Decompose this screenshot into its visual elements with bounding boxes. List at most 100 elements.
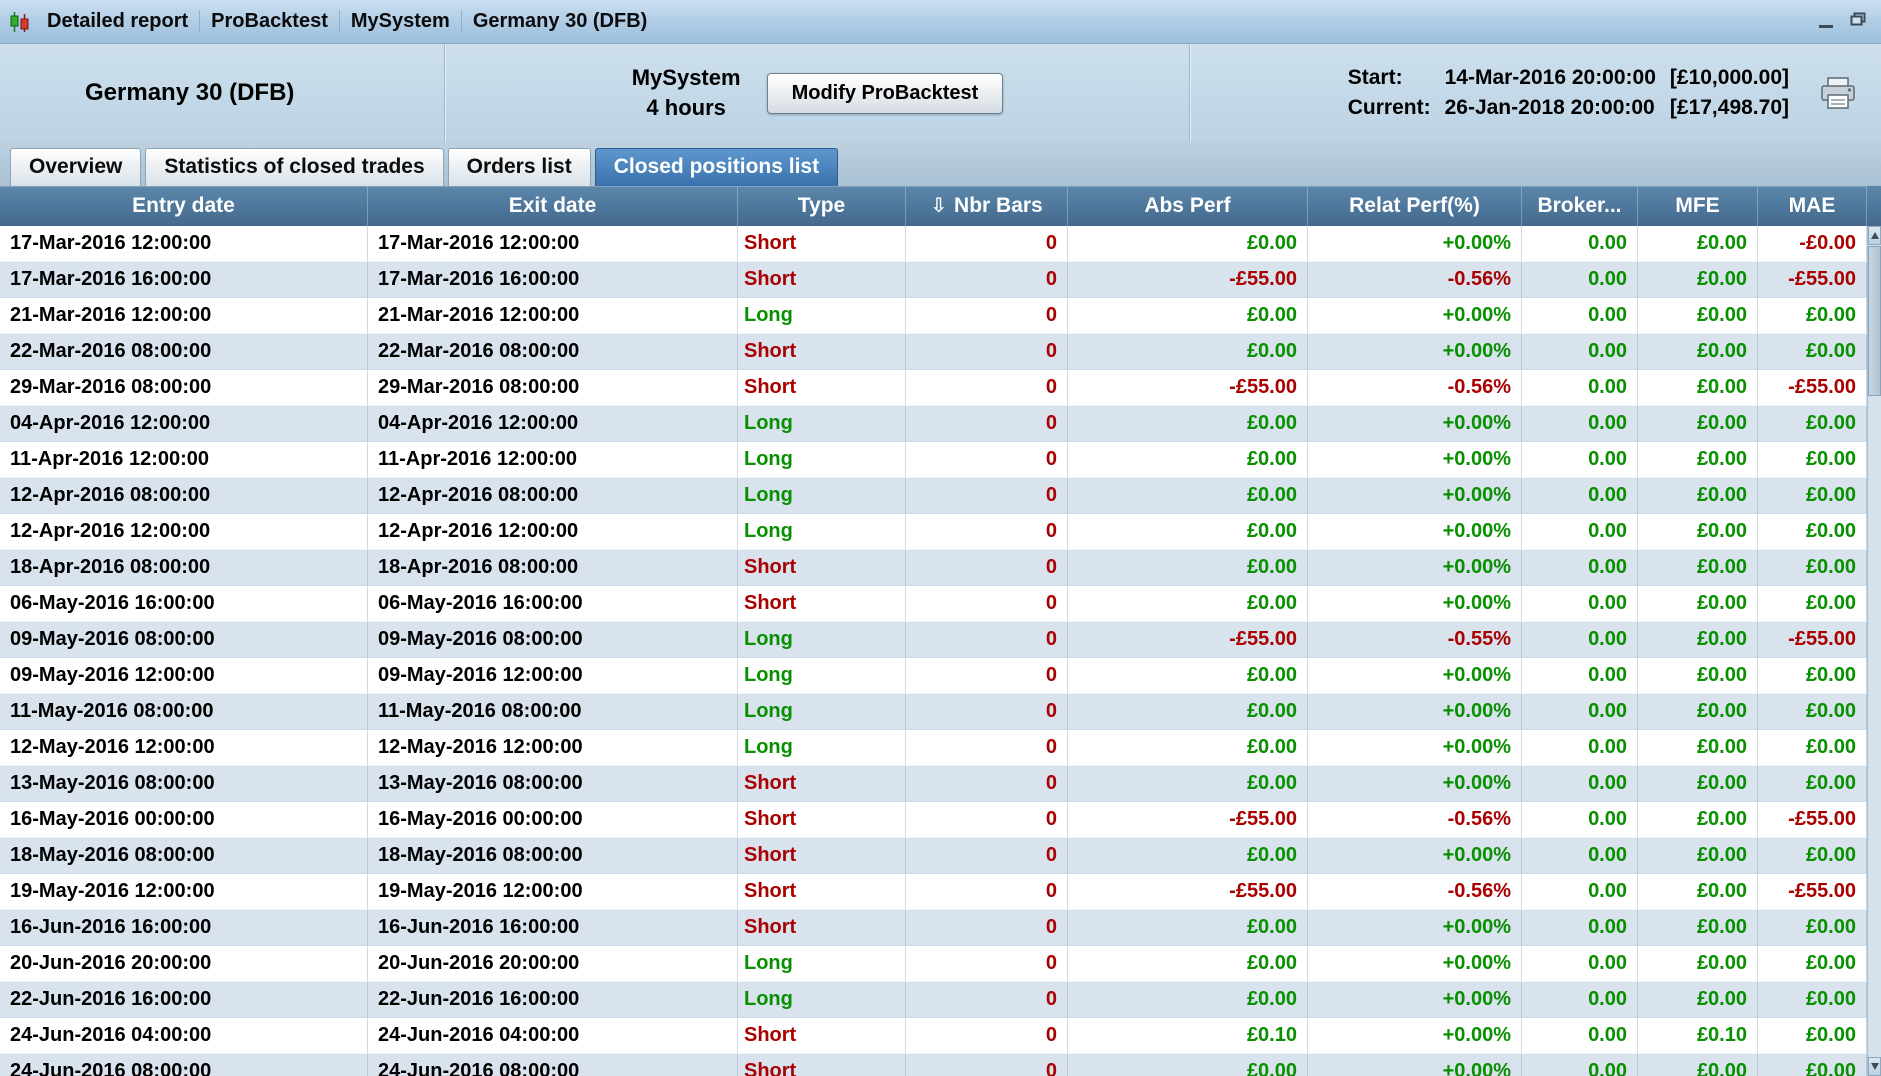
cell-abs-perf: £0.00 bbox=[1068, 478, 1308, 513]
table-row[interactable]: 18-Apr-2016 08:00:00 18-Apr-2016 08:00:00… bbox=[0, 550, 1881, 586]
title-segments: Detailed report ProBacktest MySystem German… bbox=[36, 10, 1813, 33]
table-row[interactable]: 24-Jun-2016 04:00:00 24-Jun-2016 04:00:00… bbox=[0, 1018, 1881, 1054]
cell-nbr-bars: 0 bbox=[906, 622, 1068, 657]
table-row[interactable]: 06-May-2016 16:00:00 06-May-2016 16:00:00… bbox=[0, 586, 1881, 622]
cell-type: Short bbox=[738, 874, 906, 909]
cell-type: Short bbox=[738, 802, 906, 837]
cell-abs-perf: £0.00 bbox=[1068, 226, 1308, 261]
tab-statistics-of-closed-trades[interactable]: Statistics of closed trades bbox=[145, 148, 444, 186]
cell-entry-date: 11-Apr-2016 12:00:00 bbox=[0, 442, 368, 477]
cell-abs-perf: £0.00 bbox=[1068, 910, 1308, 945]
table-row[interactable]: 17-Mar-2016 12:00:00 17-Mar-2016 12:00:00… bbox=[0, 226, 1881, 262]
tab-orders-list[interactable]: Orders list bbox=[447, 148, 591, 186]
cell-mae: £0.00 bbox=[1758, 550, 1867, 585]
restore-button[interactable] bbox=[1845, 11, 1871, 33]
cell-abs-perf: -£55.00 bbox=[1068, 622, 1308, 657]
table-row[interactable]: 18-May-2016 08:00:00 18-May-2016 08:00:00… bbox=[0, 838, 1881, 874]
cell-type: Short bbox=[738, 1018, 906, 1053]
cell-type: Long bbox=[738, 946, 906, 981]
cell-exit-date: 22-Jun-2016 16:00:00 bbox=[368, 982, 738, 1017]
cell-entry-date: 17-Mar-2016 16:00:00 bbox=[0, 262, 368, 297]
cell-relat-perf: +0.00% bbox=[1308, 514, 1522, 549]
table-row[interactable]: 21-Mar-2016 12:00:00 21-Mar-2016 12:00:00… bbox=[0, 298, 1881, 334]
table-row[interactable]: 20-Jun-2016 20:00:00 20-Jun-2016 20:00:00… bbox=[0, 946, 1881, 982]
table-row[interactable]: 13-May-2016 08:00:00 13-May-2016 08:00:00… bbox=[0, 766, 1881, 802]
column-header-mae[interactable]: MAE bbox=[1758, 186, 1867, 226]
cell-broker: 0.00 bbox=[1522, 622, 1638, 657]
scroll-up-button[interactable] bbox=[1868, 226, 1881, 245]
cell-type: Short bbox=[738, 910, 906, 945]
cell-exit-date: 24-Jun-2016 04:00:00 bbox=[368, 1018, 738, 1053]
cell-abs-perf: £0.00 bbox=[1068, 406, 1308, 441]
table-row[interactable]: 09-May-2016 12:00:00 09-May-2016 12:00:00… bbox=[0, 658, 1881, 694]
cell-mfe: £0.00 bbox=[1638, 910, 1758, 945]
cell-abs-perf: £0.00 bbox=[1068, 658, 1308, 693]
table-row[interactable]: 29-Mar-2016 08:00:00 29-Mar-2016 08:00:00… bbox=[0, 370, 1881, 406]
table-row[interactable]: 24-Jun-2016 08:00:00 24-Jun-2016 08:00:00… bbox=[0, 1054, 1881, 1076]
cell-relat-perf: +0.00% bbox=[1308, 946, 1522, 981]
cell-mae: £0.00 bbox=[1758, 298, 1867, 333]
scrollbar-track[interactable] bbox=[1868, 397, 1881, 1057]
column-header-broker[interactable]: Broker... bbox=[1522, 186, 1638, 226]
vertical-scrollbar[interactable] bbox=[1867, 226, 1881, 1076]
cell-exit-date: 12-Apr-2016 12:00:00 bbox=[368, 514, 738, 549]
scroll-down-button[interactable] bbox=[1868, 1057, 1881, 1076]
cell-mfe: £0.00 bbox=[1638, 370, 1758, 405]
cell-entry-date: 22-Jun-2016 16:00:00 bbox=[0, 982, 368, 1017]
cell-mae: £0.00 bbox=[1758, 910, 1867, 945]
cell-abs-perf: £0.00 bbox=[1068, 694, 1308, 729]
column-header-entry-date[interactable]: Entry date bbox=[0, 186, 368, 226]
tab-overview[interactable]: Overview bbox=[10, 148, 142, 186]
minimize-button[interactable] bbox=[1813, 11, 1839, 33]
column-header-abs-perf[interactable]: Abs Perf bbox=[1068, 186, 1308, 226]
table-row[interactable]: 12-Apr-2016 12:00:00 12-Apr-2016 12:00:00… bbox=[0, 514, 1881, 550]
cell-entry-date: 04-Apr-2016 12:00:00 bbox=[0, 406, 368, 441]
printer-icon[interactable] bbox=[1819, 76, 1857, 110]
table-row[interactable]: 04-Apr-2016 12:00:00 04-Apr-2016 12:00:00… bbox=[0, 406, 1881, 442]
table-row[interactable]: 22-Mar-2016 08:00:00 22-Mar-2016 08:00:00… bbox=[0, 334, 1881, 370]
cell-nbr-bars: 0 bbox=[906, 298, 1068, 333]
table-row[interactable]: 22-Jun-2016 16:00:00 22-Jun-2016 16:00:00… bbox=[0, 982, 1881, 1018]
column-header-type[interactable]: Type bbox=[738, 186, 906, 226]
scrollbar-thumb[interactable] bbox=[1868, 246, 1881, 396]
cell-relat-perf: +0.00% bbox=[1308, 586, 1522, 621]
cell-relat-perf: +0.00% bbox=[1308, 730, 1522, 765]
table-row[interactable]: 16-Jun-2016 16:00:00 16-Jun-2016 16:00:00… bbox=[0, 910, 1881, 946]
cell-relat-perf: +0.00% bbox=[1308, 442, 1522, 477]
current-equity: [£17,498.70] bbox=[1669, 96, 1789, 119]
table-row[interactable]: 12-May-2016 12:00:00 12-May-2016 12:00:00… bbox=[0, 730, 1881, 766]
table-row[interactable]: 09-May-2016 08:00:00 09-May-2016 08:00:00… bbox=[0, 622, 1881, 658]
cell-abs-perf: -£55.00 bbox=[1068, 262, 1308, 297]
modify-probacktest-button[interactable]: Modify ProBacktest bbox=[766, 72, 1004, 114]
cell-abs-perf: £0.10 bbox=[1068, 1018, 1308, 1053]
cell-type: Short bbox=[738, 766, 906, 801]
cell-mfe: £0.00 bbox=[1638, 802, 1758, 837]
table-body: 17-Mar-2016 12:00:00 17-Mar-2016 12:00:00… bbox=[0, 226, 1881, 1076]
column-header-nbr-bars[interactable]: ⇩ Nbr Bars bbox=[906, 186, 1068, 226]
cell-type: Short bbox=[738, 586, 906, 621]
cell-mae: £0.00 bbox=[1758, 478, 1867, 513]
cell-broker: 0.00 bbox=[1522, 478, 1638, 513]
column-header-relat-perf[interactable]: Relat Perf(%) bbox=[1308, 186, 1522, 226]
tab-closed-positions-list[interactable]: Closed positions list bbox=[594, 148, 839, 186]
table-row[interactable]: 12-Apr-2016 08:00:00 12-Apr-2016 08:00:00… bbox=[0, 478, 1881, 514]
cell-exit-date: 12-May-2016 12:00:00 bbox=[368, 730, 738, 765]
column-header-exit-date[interactable]: Exit date bbox=[368, 186, 738, 226]
column-label: Exit date bbox=[508, 194, 597, 217]
table-row[interactable]: 16-May-2016 00:00:00 16-May-2016 00:00:00… bbox=[0, 802, 1881, 838]
table-row[interactable]: 11-May-2016 08:00:00 11-May-2016 08:00:00… bbox=[0, 694, 1881, 730]
cell-entry-date: 16-Jun-2016 16:00:00 bbox=[0, 910, 368, 945]
table-row[interactable]: 17-Mar-2016 16:00:00 17-Mar-2016 16:00:00… bbox=[0, 262, 1881, 298]
table-row[interactable]: 11-Apr-2016 12:00:00 11-Apr-2016 12:00:00… bbox=[0, 442, 1881, 478]
cell-relat-perf: +0.00% bbox=[1308, 694, 1522, 729]
cell-entry-date: 29-Mar-2016 08:00:00 bbox=[0, 370, 368, 405]
column-header-mfe[interactable]: MFE bbox=[1638, 186, 1758, 226]
cell-exit-date: 18-May-2016 08:00:00 bbox=[368, 838, 738, 873]
cell-abs-perf: £0.00 bbox=[1068, 334, 1308, 369]
cell-entry-date: 11-May-2016 08:00:00 bbox=[0, 694, 368, 729]
cell-mfe: £0.00 bbox=[1638, 298, 1758, 333]
cell-nbr-bars: 0 bbox=[906, 874, 1068, 909]
cell-relat-perf: +0.00% bbox=[1308, 550, 1522, 585]
cell-relat-perf: +0.00% bbox=[1308, 334, 1522, 369]
table-row[interactable]: 19-May-2016 12:00:00 19-May-2016 12:00:00… bbox=[0, 874, 1881, 910]
